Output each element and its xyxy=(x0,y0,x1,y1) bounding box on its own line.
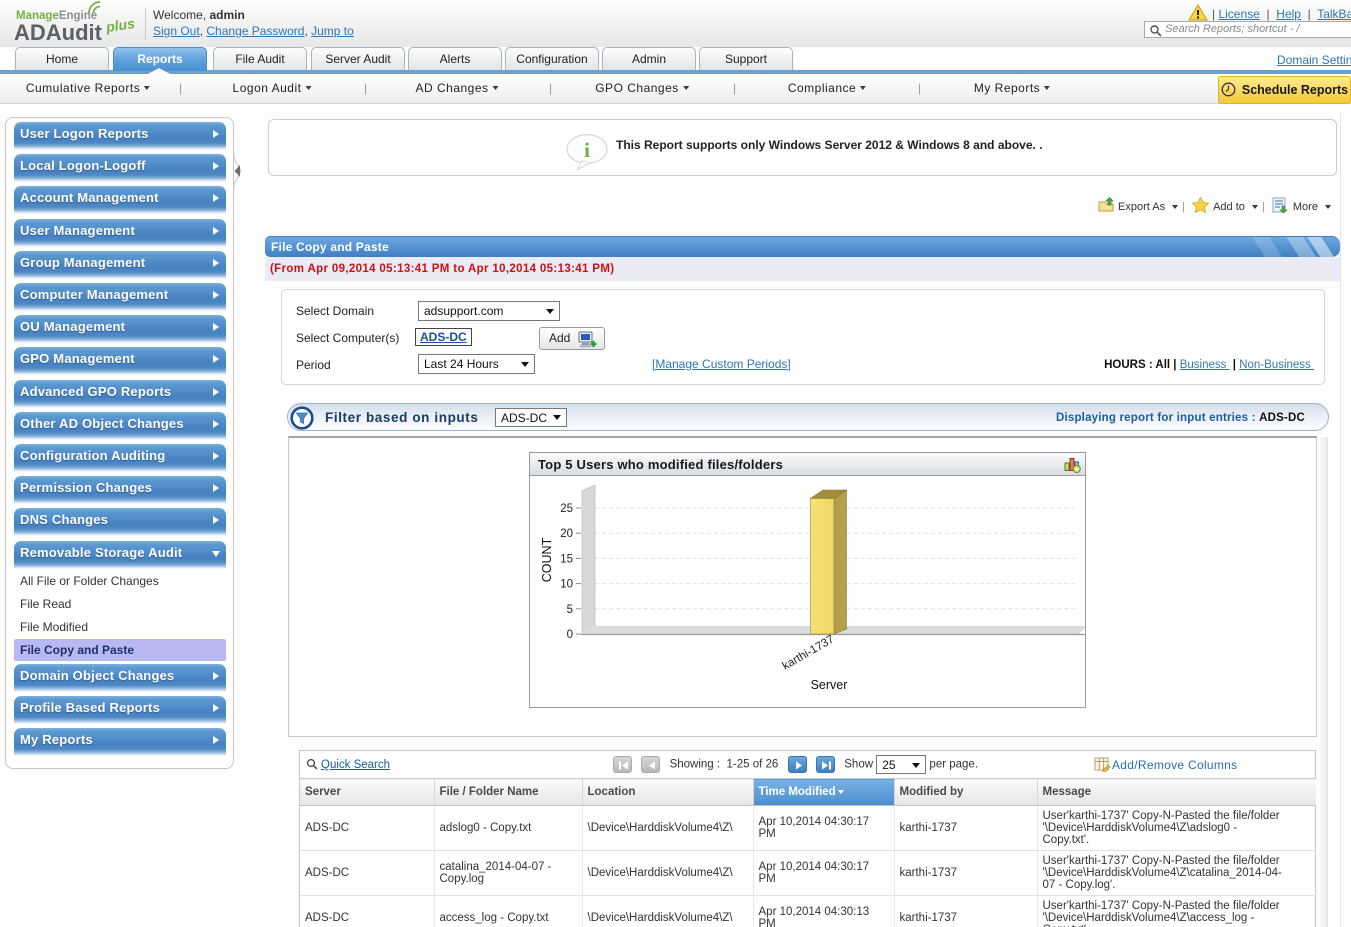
svg-text:karthi-1737: karthi-1737 xyxy=(781,633,837,672)
svg-text:Server: Server xyxy=(811,678,848,692)
svg-text:25: 25 xyxy=(560,503,573,515)
svg-text:i: i xyxy=(584,138,590,162)
svg-text:15: 15 xyxy=(560,553,573,565)
svg-text:20: 20 xyxy=(560,528,573,540)
svg-text:10: 10 xyxy=(560,579,573,591)
svg-text:0: 0 xyxy=(567,629,573,641)
svg-text:COUNT: COUNT xyxy=(540,537,554,582)
svg-text:5: 5 xyxy=(567,604,573,616)
